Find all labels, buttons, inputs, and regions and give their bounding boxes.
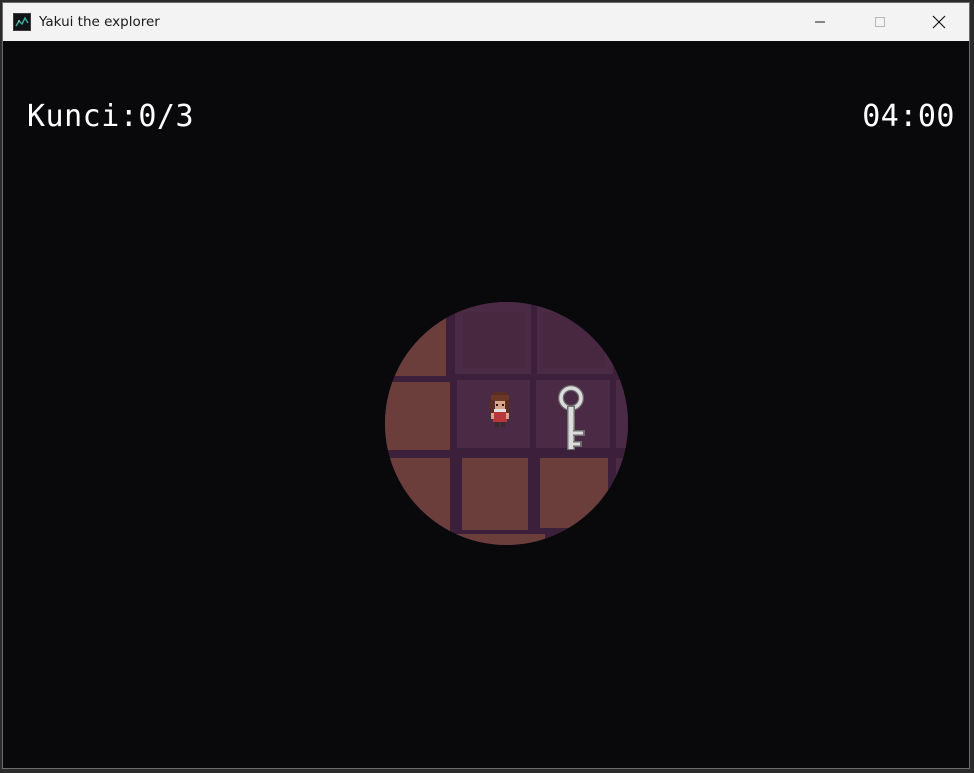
floor-tile: [385, 302, 446, 376]
game-window: Yakui the explorer Kunci:0/3 04:00: [2, 2, 970, 769]
maximize-icon: [875, 17, 885, 27]
player-character: [490, 392, 510, 427]
minimize-icon: [815, 21, 825, 23]
close-icon: [932, 15, 946, 29]
floor-tile: [462, 458, 528, 530]
app-icon: [13, 13, 31, 31]
floor-tile: [385, 458, 450, 545]
minimize-button[interactable]: [791, 3, 849, 41]
floor-tile: [455, 534, 545, 545]
maximize-button[interactable]: [851, 3, 909, 41]
floor-tile: [540, 458, 608, 528]
tile-map: [385, 302, 628, 545]
wall-tile: [616, 380, 628, 448]
title-bar[interactable]: Yakui the explorer: [3, 3, 969, 41]
close-button[interactable]: [910, 3, 968, 41]
wall-tile: [619, 302, 628, 374]
countdown-timer: 04:00: [862, 99, 955, 134]
window-title: Yakui the explorer: [39, 14, 160, 30]
wall-tile: [616, 458, 628, 528]
game-canvas[interactable]: Kunci:0/3 04:00: [3, 41, 969, 768]
keys-counter: Kunci:0/3: [27, 99, 195, 134]
floor-tile: [385, 382, 450, 450]
light-radius-viewport: [385, 302, 628, 545]
